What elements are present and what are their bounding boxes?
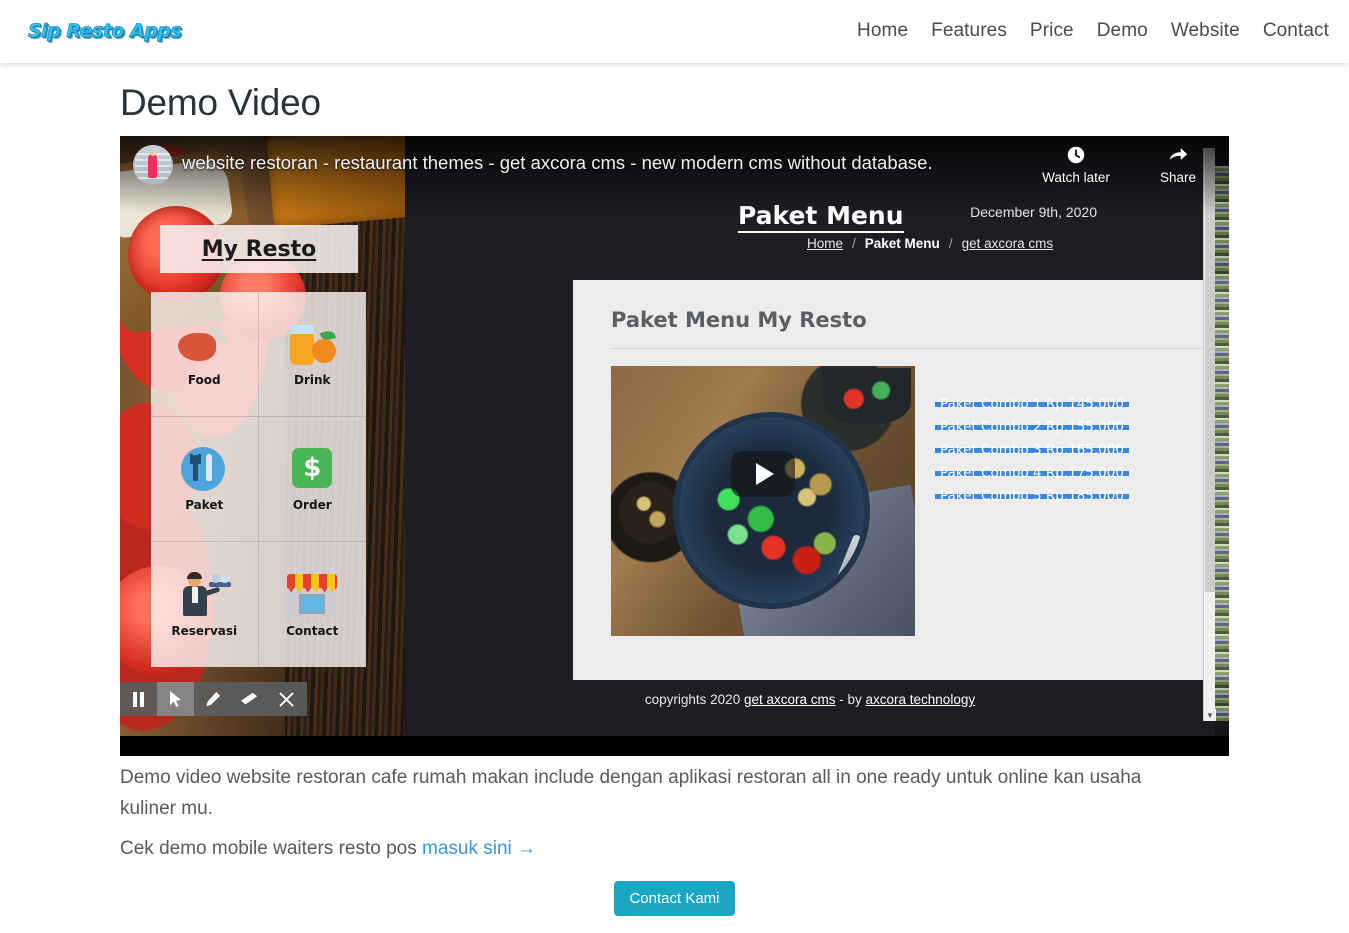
recorder-eraser-button[interactable] [231,682,268,716]
inner-scrollbar[interactable]: ▼ [1203,148,1216,721]
app-tile-label: Contact [286,623,339,638]
site-date: December 9th, 2020 [970,204,1097,220]
scrollbar-thumb[interactable] [1205,148,1215,592]
video-viewport: My Resto Food Drink Paket $ Order Reserv… [120,136,1229,736]
top-navigation-bar: Sip Resto Apps Home Features Price Demo … [0,0,1349,63]
app-title-text: My Resto [201,236,317,262]
footer-link-axcora-cms[interactable]: get axcora cms [744,692,836,707]
dollar-icon: $ [284,446,340,492]
nav-item-contact[interactable]: Contact [1263,20,1329,42]
app-menu-grid: Food Drink Paket $ Order Reservasi Conta… [151,292,366,667]
nav-item-demo[interactable]: Demo [1097,20,1148,42]
app-tile-label: Drink [293,373,331,387]
breadcrumb-home[interactable]: Home [807,236,843,251]
pencil-icon [206,691,221,706]
share-arrow-icon [1169,148,1188,161]
close-icon [279,691,294,707]
app-tile-paket[interactable]: Paket [151,417,259,542]
combo-item[interactable]: Paket Combo 1 Rp.145.000 [935,397,1129,411]
pointer-icon [169,690,181,707]
combo-list: Paket Combo 1 Rp.145.000 Paket Combo 2 R… [935,397,1229,517]
menu-photo[interactable] [611,366,915,636]
app-tile-order[interactable]: $ Order [258,417,366,542]
juice-glass-icon [284,321,340,367]
footer-link-axcora-technology[interactable]: axcora technology [866,692,976,707]
masuk-sini-link[interactable]: masuk sini → [422,838,536,859]
share-button[interactable]: Share [1141,144,1215,185]
play-triangle-icon [756,463,774,485]
breadcrumb-separator: / [948,236,953,251]
eraser-icon [240,692,257,705]
breadcrumb: Home / Paket Menu / get axcora cms [807,236,1053,251]
app-tile-drink[interactable]: Drink [258,292,366,417]
card-heading: Paket Menu My Resto [611,308,867,332]
site-footer: copyrights 2020 get axcora cms - by axco… [405,692,1215,707]
divider [611,348,1229,349]
share-label: Share [1159,170,1197,185]
mobile-demo-text: Cek demo mobile waiters resto pos [120,838,423,859]
scroll-down-arrow-icon[interactable]: ▼ [1204,709,1216,721]
app-tile-food[interactable]: Food [151,292,259,417]
page-title: Demo Video [120,82,321,123]
clock-icon [1067,146,1085,164]
recorder-pencil-button[interactable] [194,682,231,716]
app-title-card: My Resto [160,225,358,273]
channel-avatar[interactable] [133,145,173,185]
storefront-icon [284,572,340,618]
video-description: Demo video website restoran cafe rumah m… [120,767,1142,819]
app-tile-label: Paket [185,498,224,512]
recorder-pointer-button[interactable] [157,682,194,716]
recorder-close-button[interactable] [268,682,305,716]
paket-menu-card: Paket Menu My Resto Paket Combo 1 Rp.145… [573,280,1229,680]
video-artifact-strip [1215,166,1229,721]
nav-item-home[interactable]: Home [857,20,908,42]
breadcrumb-current: Paket Menu [864,236,940,251]
cutlery-icon [176,446,232,492]
combo-item[interactable]: Paket Combo 3 Rp.165.000 [935,443,1129,457]
demo-video-player[interactable]: My Resto Food Drink Paket $ Order Reserv… [120,136,1229,756]
breadcrumb-source[interactable]: get axcora cms [962,236,1054,251]
mobile-demo-line: Cek demo mobile waiters resto pos masuk … [120,838,536,860]
app-tile-label: Reservasi [171,623,238,638]
nav-item-price[interactable]: Price [1030,20,1074,42]
combo-item[interactable]: Paket Combo 2 Rp.155.000 [935,420,1129,434]
screen-recorder-toolbar [120,682,307,716]
site-logo[interactable]: Sip Resto Apps [28,20,182,43]
breadcrumb-separator: / [852,236,856,251]
demo-website-content: Paket Menu December 9th, 2020 Home / Pak… [405,136,1229,736]
app-tile-label: Order [292,498,332,512]
play-button[interactable] [731,451,795,497]
nav-item-website[interactable]: Website [1171,20,1240,42]
watch-later-label: Watch later [1042,170,1110,185]
site-page-heading: Paket Menu [738,201,904,233]
waiter-icon [176,571,232,618]
app-tile-label: Food [187,373,221,387]
chicken-leg-icon [176,321,232,367]
app-tile-contact[interactable]: Contact [259,542,367,667]
app-preview-panel: My Resto Food Drink Paket $ Order Reserv… [120,136,434,736]
nav-item-features[interactable]: Features [931,20,1007,42]
combo-item[interactable]: Paket Combo 4 Rp.175.000 [935,466,1129,480]
video-title[interactable]: website restoran - restaurant themes - g… [182,152,933,174]
video-letterbox [120,736,1229,756]
combo-item[interactable]: Paket Combo 5 Rp.185.000 [935,489,1129,503]
youtube-actions: Watch later Share [1039,144,1215,185]
footer-prefix: copyrights 2020 [644,692,744,707]
contact-kami-button[interactable]: Contact Kami [614,881,735,916]
main-nav: Home Features Price Demo Website Contact [857,20,1329,42]
recorder-pause-button[interactable] [120,682,157,716]
pause-icon [133,691,144,707]
footer-middle: - by [835,692,866,707]
watch-later-button[interactable]: Watch later [1039,144,1113,185]
app-tile-reservasi[interactable]: Reservasi [151,542,259,667]
